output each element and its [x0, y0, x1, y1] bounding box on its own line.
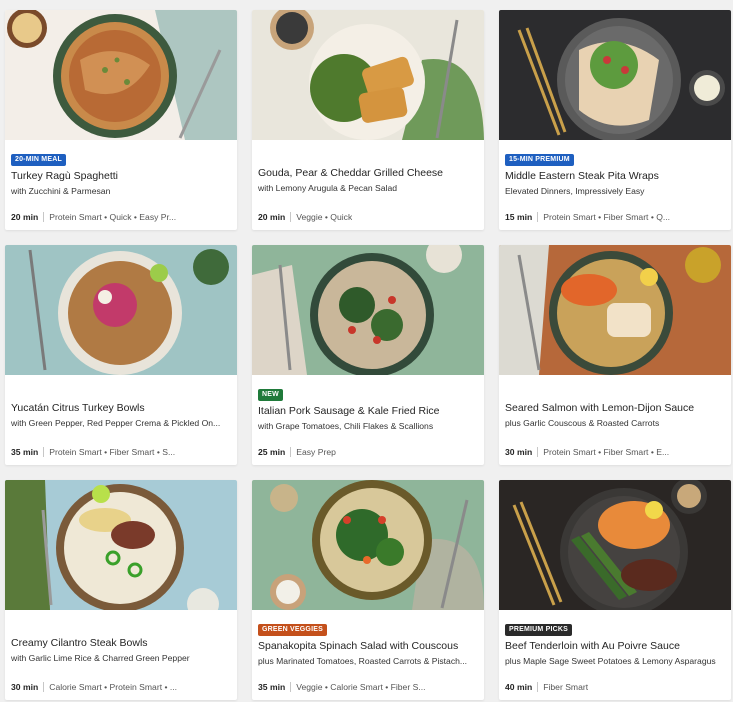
- recipe-photo[interactable]: [5, 10, 237, 140]
- cook-time: 40 min: [505, 682, 533, 692]
- recipe-title[interactable]: Italian Pork Sausage & Kale Fried Rice: [258, 404, 478, 418]
- meta-divider: [537, 447, 539, 457]
- recipe-card[interactable]: Seared Salmon with Lemon-Dijon Sauce plu…: [499, 245, 731, 465]
- cook-time: 25 min: [258, 447, 286, 457]
- recipe-subtitle: plus Marinated Tomatoes, Roasted Carrots…: [258, 656, 468, 666]
- recipe-tags: Protein Smart • Fiber Smart • E...: [543, 447, 670, 457]
- recipe-title[interactable]: Yucatán Citrus Turkey Bowls: [11, 401, 231, 415]
- recipe-grid: 20-MIN MEAL Turkey Ragù Spaghetti with Z…: [5, 10, 731, 700]
- recipe-meta: 15 min Protein Smart • Fiber Smart • Q..…: [505, 211, 725, 223]
- recipe-photo[interactable]: [252, 480, 484, 610]
- meta-divider: [290, 447, 292, 457]
- meta-divider: [290, 682, 292, 692]
- recipe-card[interactable]: Yucatán Citrus Turkey Bowls with Green P…: [5, 245, 237, 465]
- recipe-tags: Veggie • Calorie Smart • Fiber S...: [296, 682, 426, 692]
- recipe-subtitle: with Green Pepper, Red Pepper Crema & Pi…: [11, 418, 221, 428]
- cook-time: 35 min: [258, 682, 286, 692]
- recipe-card[interactable]: PREMIUM PICKS Beef Tenderloin with Au Po…: [499, 480, 731, 700]
- recipe-meta: 40 min Fiber Smart: [505, 681, 725, 693]
- recipe-badge: 20-MIN MEAL: [11, 154, 66, 166]
- recipe-subtitle: Elevated Dinners, Impressively Easy: [505, 186, 645, 196]
- recipe-meta: 20 min Protein Smart • Quick • Easy Pr..…: [11, 211, 231, 223]
- recipe-meta: 30 min Calorie Smart • Protein Smart • .…: [11, 681, 231, 693]
- recipe-badge: GREEN VEGGIES: [258, 624, 327, 636]
- recipe-photo[interactable]: [252, 10, 484, 140]
- recipe-card[interactable]: Creamy Cilantro Steak Bowls with Garlic …: [5, 480, 237, 700]
- cook-time: 15 min: [505, 212, 533, 222]
- meta-divider: [43, 682, 45, 692]
- recipe-meta: 30 min Protein Smart • Fiber Smart • E..…: [505, 446, 725, 458]
- meta-divider: [43, 212, 45, 222]
- recipe-card[interactable]: NEW Italian Pork Sausage & Kale Fried Ri…: [252, 245, 484, 465]
- cook-time: 30 min: [11, 682, 39, 692]
- recipe-photo[interactable]: [252, 245, 484, 375]
- recipe-card[interactable]: Gouda, Pear & Cheddar Grilled Cheese wit…: [252, 10, 484, 230]
- recipe-photo[interactable]: [499, 245, 731, 375]
- recipe-badge: 15-MIN PREMIUM: [505, 154, 574, 166]
- meta-divider: [43, 447, 45, 457]
- cook-time: 20 min: [258, 212, 286, 222]
- recipe-title[interactable]: Beef Tenderloin with Au Poivre Sauce: [505, 639, 725, 653]
- recipe-title[interactable]: Turkey Ragù Spaghetti: [11, 169, 231, 183]
- recipe-photo[interactable]: [5, 480, 237, 610]
- cook-time: 30 min: [505, 447, 533, 457]
- recipe-tags: Protein Smart • Quick • Easy Pr...: [49, 212, 177, 222]
- recipe-subtitle: plus Maple Sage Sweet Potatoes & Lemony …: [505, 656, 716, 666]
- recipe-tags: Veggie • Quick: [296, 212, 353, 222]
- recipe-title[interactable]: Creamy Cilantro Steak Bowls: [11, 636, 231, 650]
- recipe-meta: 35 min Protein Smart • Fiber Smart • S..…: [11, 446, 231, 458]
- recipe-tags: Protein Smart • Fiber Smart • Q...: [543, 212, 671, 222]
- recipe-card[interactable]: 20-MIN MEAL Turkey Ragù Spaghetti with Z…: [5, 10, 237, 230]
- recipe-card[interactable]: 15-MIN PREMIUM Middle Eastern Steak Pita…: [499, 10, 731, 230]
- recipe-meta: 35 min Veggie • Calorie Smart • Fiber S.…: [258, 681, 478, 693]
- recipe-subtitle: with Lemony Arugula & Pecan Salad: [258, 183, 398, 193]
- recipe-meta: 25 min Easy Prep: [258, 446, 478, 458]
- meta-divider: [537, 682, 539, 692]
- recipe-photo[interactable]: [5, 245, 237, 375]
- recipe-badge: PREMIUM PICKS: [505, 624, 572, 636]
- cook-time: 35 min: [11, 447, 39, 457]
- recipe-photo[interactable]: [499, 480, 731, 610]
- meta-divider: [537, 212, 539, 222]
- recipe-tags: Fiber Smart: [543, 682, 589, 692]
- recipe-photo[interactable]: [499, 10, 731, 140]
- cook-time: 20 min: [11, 212, 39, 222]
- recipe-subtitle: with Zucchini & Parmesan: [11, 186, 111, 196]
- recipe-subtitle: plus Garlic Couscous & Roasted Carrots: [505, 418, 660, 428]
- recipe-subtitle: with Garlic Lime Rice & Charred Green Pe…: [11, 653, 190, 663]
- meta-divider: [290, 212, 292, 222]
- recipe-title[interactable]: Gouda, Pear & Cheddar Grilled Cheese: [258, 166, 478, 180]
- recipe-title[interactable]: Middle Eastern Steak Pita Wraps: [505, 169, 725, 183]
- recipe-tags: Protein Smart • Fiber Smart • S...: [49, 447, 176, 457]
- recipe-badge: NEW: [258, 389, 283, 401]
- recipe-card[interactable]: GREEN VEGGIES Spanakopita Spinach Salad …: [252, 480, 484, 700]
- recipe-tags: Calorie Smart • Protein Smart • ...: [49, 682, 178, 692]
- recipe-subtitle: with Grape Tomatoes, Chili Flakes & Scal…: [258, 421, 434, 431]
- recipe-tags: Easy Prep: [296, 447, 336, 457]
- recipe-meta: 20 min Veggie • Quick: [258, 211, 478, 223]
- recipe-title[interactable]: Seared Salmon with Lemon-Dijon Sauce: [505, 401, 725, 415]
- recipe-title[interactable]: Spanakopita Spinach Salad with Couscous: [258, 639, 478, 653]
